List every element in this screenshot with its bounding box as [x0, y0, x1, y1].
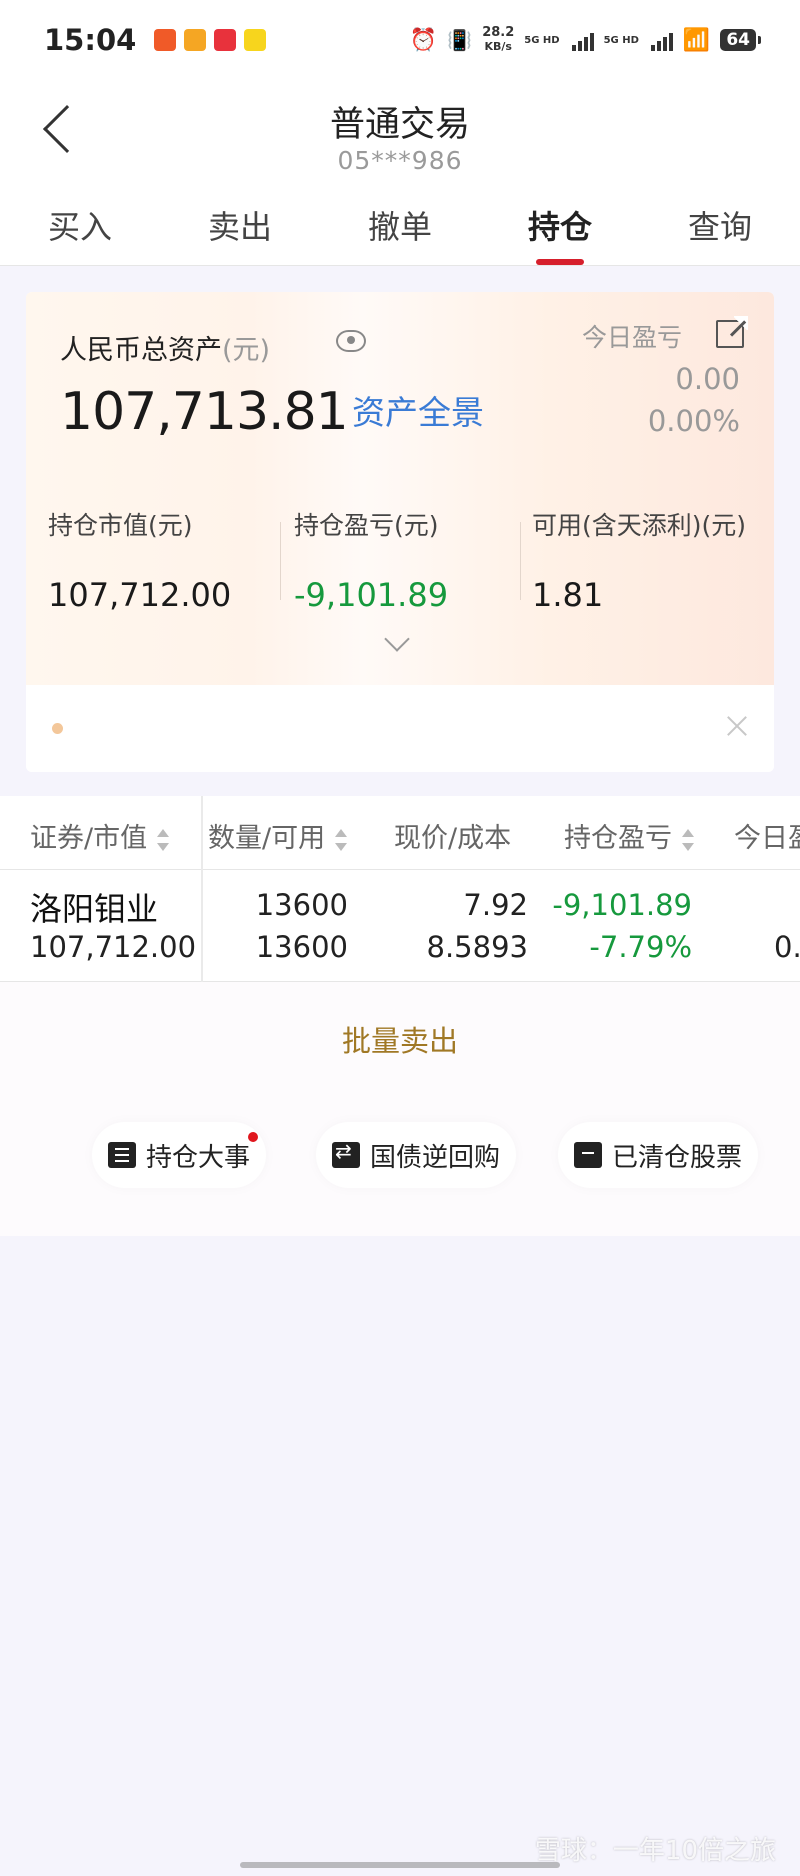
asset-summary-top: 人民币总资产(元) 107,713.81 资产全景 今日盈亏 0.00 0.00…: [26, 292, 774, 685]
net-speed: 28.2 KB/s: [482, 25, 515, 54]
stock-cost: 8.5893: [426, 930, 528, 964]
stock-name: 洛阳钼业: [30, 890, 159, 928]
positions-table-header: 证券/市值 数量/可用 现价/成本 持仓盈亏 今日盈: [0, 796, 800, 870]
app-notification-icon: [184, 29, 207, 51]
column-header-price[interactable]: 现价/成本: [394, 816, 511, 855]
stock-available: 13600: [255, 930, 348, 964]
sim1-label: 5G HD: [524, 34, 560, 46]
metric-available: 可用(含天添利)(元) 1.81: [532, 511, 747, 614]
app-notification-icon: [154, 29, 177, 51]
swap-icon: [332, 1139, 360, 1168]
stock-market-value: 107,712.00: [30, 930, 197, 964]
app-header: 普通交易 05***986 买入 卖出 撤单 持仓 查询: [0, 80, 800, 266]
trade-tabs: 买入 卖出 撤单 持仓 查询: [0, 198, 800, 266]
app-notification-icon: [214, 29, 237, 51]
share-icon[interactable]: [716, 316, 748, 348]
tab-query[interactable]: 查询: [640, 198, 800, 265]
stock-pnl-percent: -7.79%: [589, 930, 692, 964]
unread-badge: [248, 1132, 258, 1142]
asset-overview-link[interactable]: 资产全景: [352, 386, 484, 434]
notification-icons: [154, 29, 267, 51]
vibrate-icon: 📳: [447, 28, 473, 52]
column-header-today-pnl[interactable]: 今日盈: [734, 816, 800, 855]
cleared-stocks-button[interactable]: 已清仓股票: [558, 1122, 759, 1188]
today-pnl-label: 今日盈亏: [582, 323, 683, 352]
stock-quantity: 13600: [255, 888, 348, 922]
tab-cancel[interactable]: 撤单: [320, 198, 480, 265]
home-indicator[interactable]: [240, 1862, 560, 1868]
batch-sell-button[interactable]: 批量卖出: [0, 1018, 800, 1060]
holding-events-button[interactable]: 持仓大事: [92, 1122, 267, 1188]
stock-today-pnl: 0.: [774, 930, 800, 964]
divider: [520, 522, 521, 600]
alarm-icon: ⏰: [409, 27, 438, 53]
watermark: 雪球：一年10倍之旅: [534, 1836, 776, 1866]
signal-icon: [571, 29, 594, 51]
today-pnl-value: 0.00: [675, 362, 740, 396]
notice-bar: [26, 685, 774, 772]
sim2-label: 5G HD: [603, 34, 639, 46]
app-notification-icon: [244, 29, 267, 51]
battery-indicator: 64: [720, 29, 761, 51]
column-header-pnl[interactable]: 持仓盈亏: [564, 816, 694, 855]
sort-icon: [682, 828, 694, 851]
status-bar: 15:04 ⏰ 📳 28.2 KB/s 5G HD 5G HD 📶 64: [0, 0, 800, 80]
total-assets-label: 人民币总资产(元): [60, 335, 271, 366]
sort-icon: [157, 828, 170, 851]
tab-sell[interactable]: 卖出: [160, 198, 320, 265]
divider: [280, 522, 281, 600]
signal-icon: [650, 29, 673, 51]
eye-icon[interactable]: [336, 330, 366, 352]
chevron-down-icon[interactable]: [384, 626, 410, 652]
reverse-repo-button[interactable]: 国债逆回购: [316, 1122, 517, 1188]
notice-dot-icon: [52, 723, 63, 734]
today-pnl-percent: 0.00%: [647, 404, 740, 438]
stock-pnl: -9,101.89: [552, 888, 692, 922]
total-assets-value: 107,713.81: [60, 382, 349, 442]
document-icon: [108, 1142, 136, 1168]
archive-box-icon: [574, 1142, 602, 1168]
status-indicators: ⏰ 📳 28.2 KB/s 5G HD 5G HD 📶 64: [409, 25, 761, 54]
page-title: 普通交易: [329, 105, 470, 145]
clock: 15:04: [44, 23, 137, 57]
close-icon[interactable]: [726, 715, 748, 737]
metric-market-value: 持仓市值(元) 107,712.00: [48, 511, 232, 614]
frozen-column-divider: [201, 796, 203, 982]
account-number: 05***986: [337, 146, 463, 175]
table-row[interactable]: 洛阳钼业 107,712.00 13600 13600 7.92 8.5893 …: [0, 870, 800, 982]
wifi-icon: 📶: [682, 27, 711, 53]
column-header-security[interactable]: 证券/市值: [30, 816, 170, 855]
actions-area: 批量卖出 持仓大事 国债逆回购 已清仓股票: [0, 982, 800, 1236]
asset-summary-card: 人民币总资产(元) 107,713.81 资产全景 今日盈亏 0.00 0.00…: [26, 292, 774, 772]
stock-price: 7.92: [463, 888, 528, 922]
tab-buy[interactable]: 买入: [0, 198, 160, 265]
column-header-quantity[interactable]: 数量/可用: [208, 816, 348, 855]
tab-positions[interactable]: 持仓: [480, 198, 640, 265]
metric-position-pnl: 持仓盈亏(元) -9,101.89: [294, 511, 449, 614]
sort-icon: [335, 828, 348, 851]
